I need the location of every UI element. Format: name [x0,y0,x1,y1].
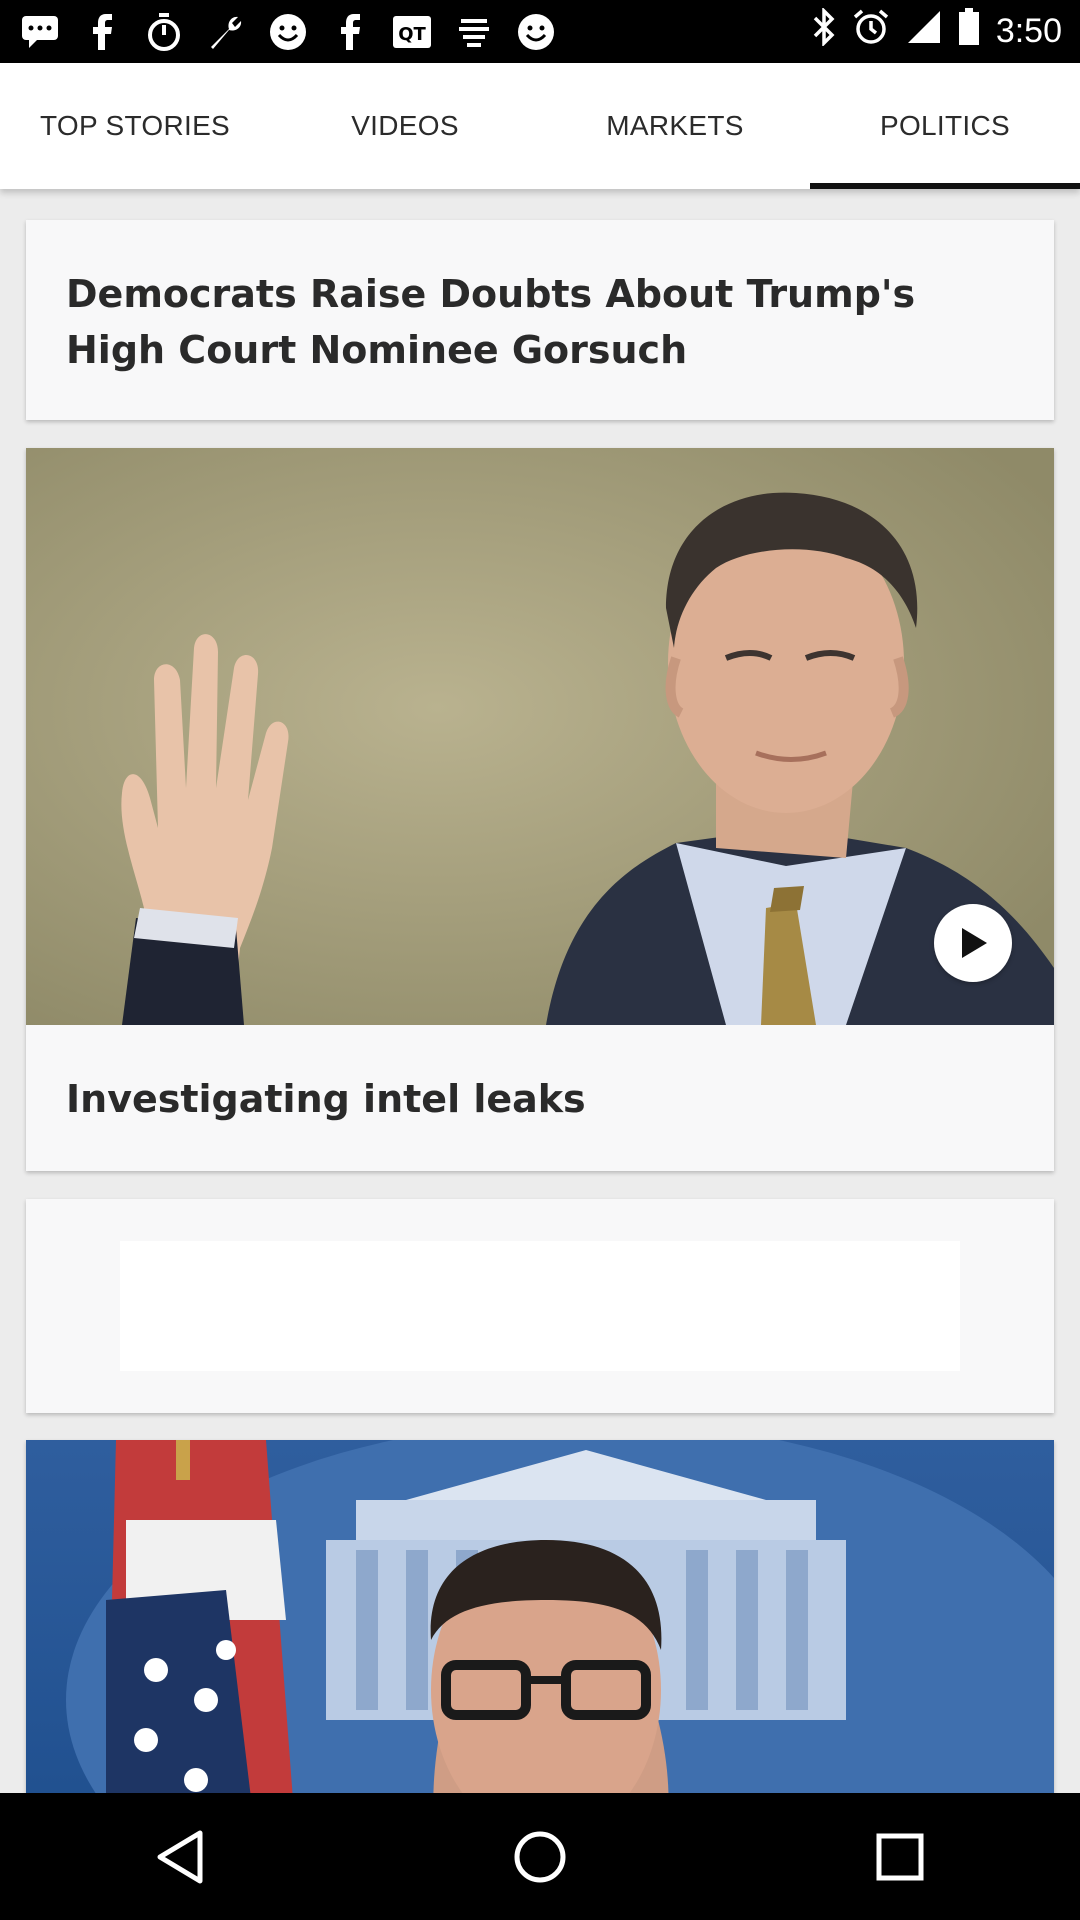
tab-videos[interactable]: VIDEOS [270,63,540,189]
recents-icon [876,1833,924,1880]
timer-icon [144,12,184,52]
app-icon [454,12,494,52]
press-briefing-photo [26,1440,1054,1793]
article-card[interactable] [26,1440,1054,1793]
clock-time: 3:50 [995,12,1062,50]
status-bar: QT 3:50 [0,0,1080,63]
tab-top-stories[interactable]: TOP STORIES [0,63,270,189]
video-article-card[interactable]: Investigating intel leaks [26,448,1054,1171]
news-feed[interactable]: Democrats Raise Doubts About Trump's Hig… [0,189,1080,1793]
article-thumbnail[interactable] [26,448,1054,1025]
notification-icons: QT [20,10,556,54]
play-video-button[interactable] [934,904,1012,982]
tab-politics[interactable]: POLITICS [810,63,1080,189]
chat-icon [20,12,60,52]
signal-icon [906,9,942,54]
loading-placeholder [120,1241,960,1371]
article-thumbnail[interactable] [26,1440,1054,1793]
tab-markets[interactable]: MARKETS [540,63,810,189]
hearing-photo [26,448,1054,1025]
system-status: 3:50 [812,0,1062,63]
placeholder-card[interactable] [26,1199,1054,1413]
back-button[interactable] [135,1812,225,1902]
qt-icon: QT [392,12,432,52]
article-card[interactable]: Democrats Raise Doubts About Trump's Hig… [26,220,1054,420]
alarm-icon [852,8,890,55]
article-title: Investigating intel leaks [66,1077,586,1121]
smiley-icon [268,12,308,52]
home-button[interactable] [495,1812,585,1902]
facebook-icon [330,12,370,52]
bluetooth-icon [812,6,836,55]
article-title: Democrats Raise Doubts About Trump's Hig… [66,272,916,372]
back-icon [157,1830,203,1883]
home-icon [514,1831,566,1882]
facebook-icon [82,12,122,52]
recents-button[interactable] [855,1812,945,1902]
wrench-icon [206,12,246,52]
battery-icon [958,8,980,55]
svg-text:QT: QT [398,24,426,45]
system-nav-bar [0,1793,1080,1920]
section-tabs: TOP STORIES VIDEOS MARKETS POLITICS [0,63,1080,189]
play-icon [962,928,987,958]
smiley-icon [516,12,556,52]
